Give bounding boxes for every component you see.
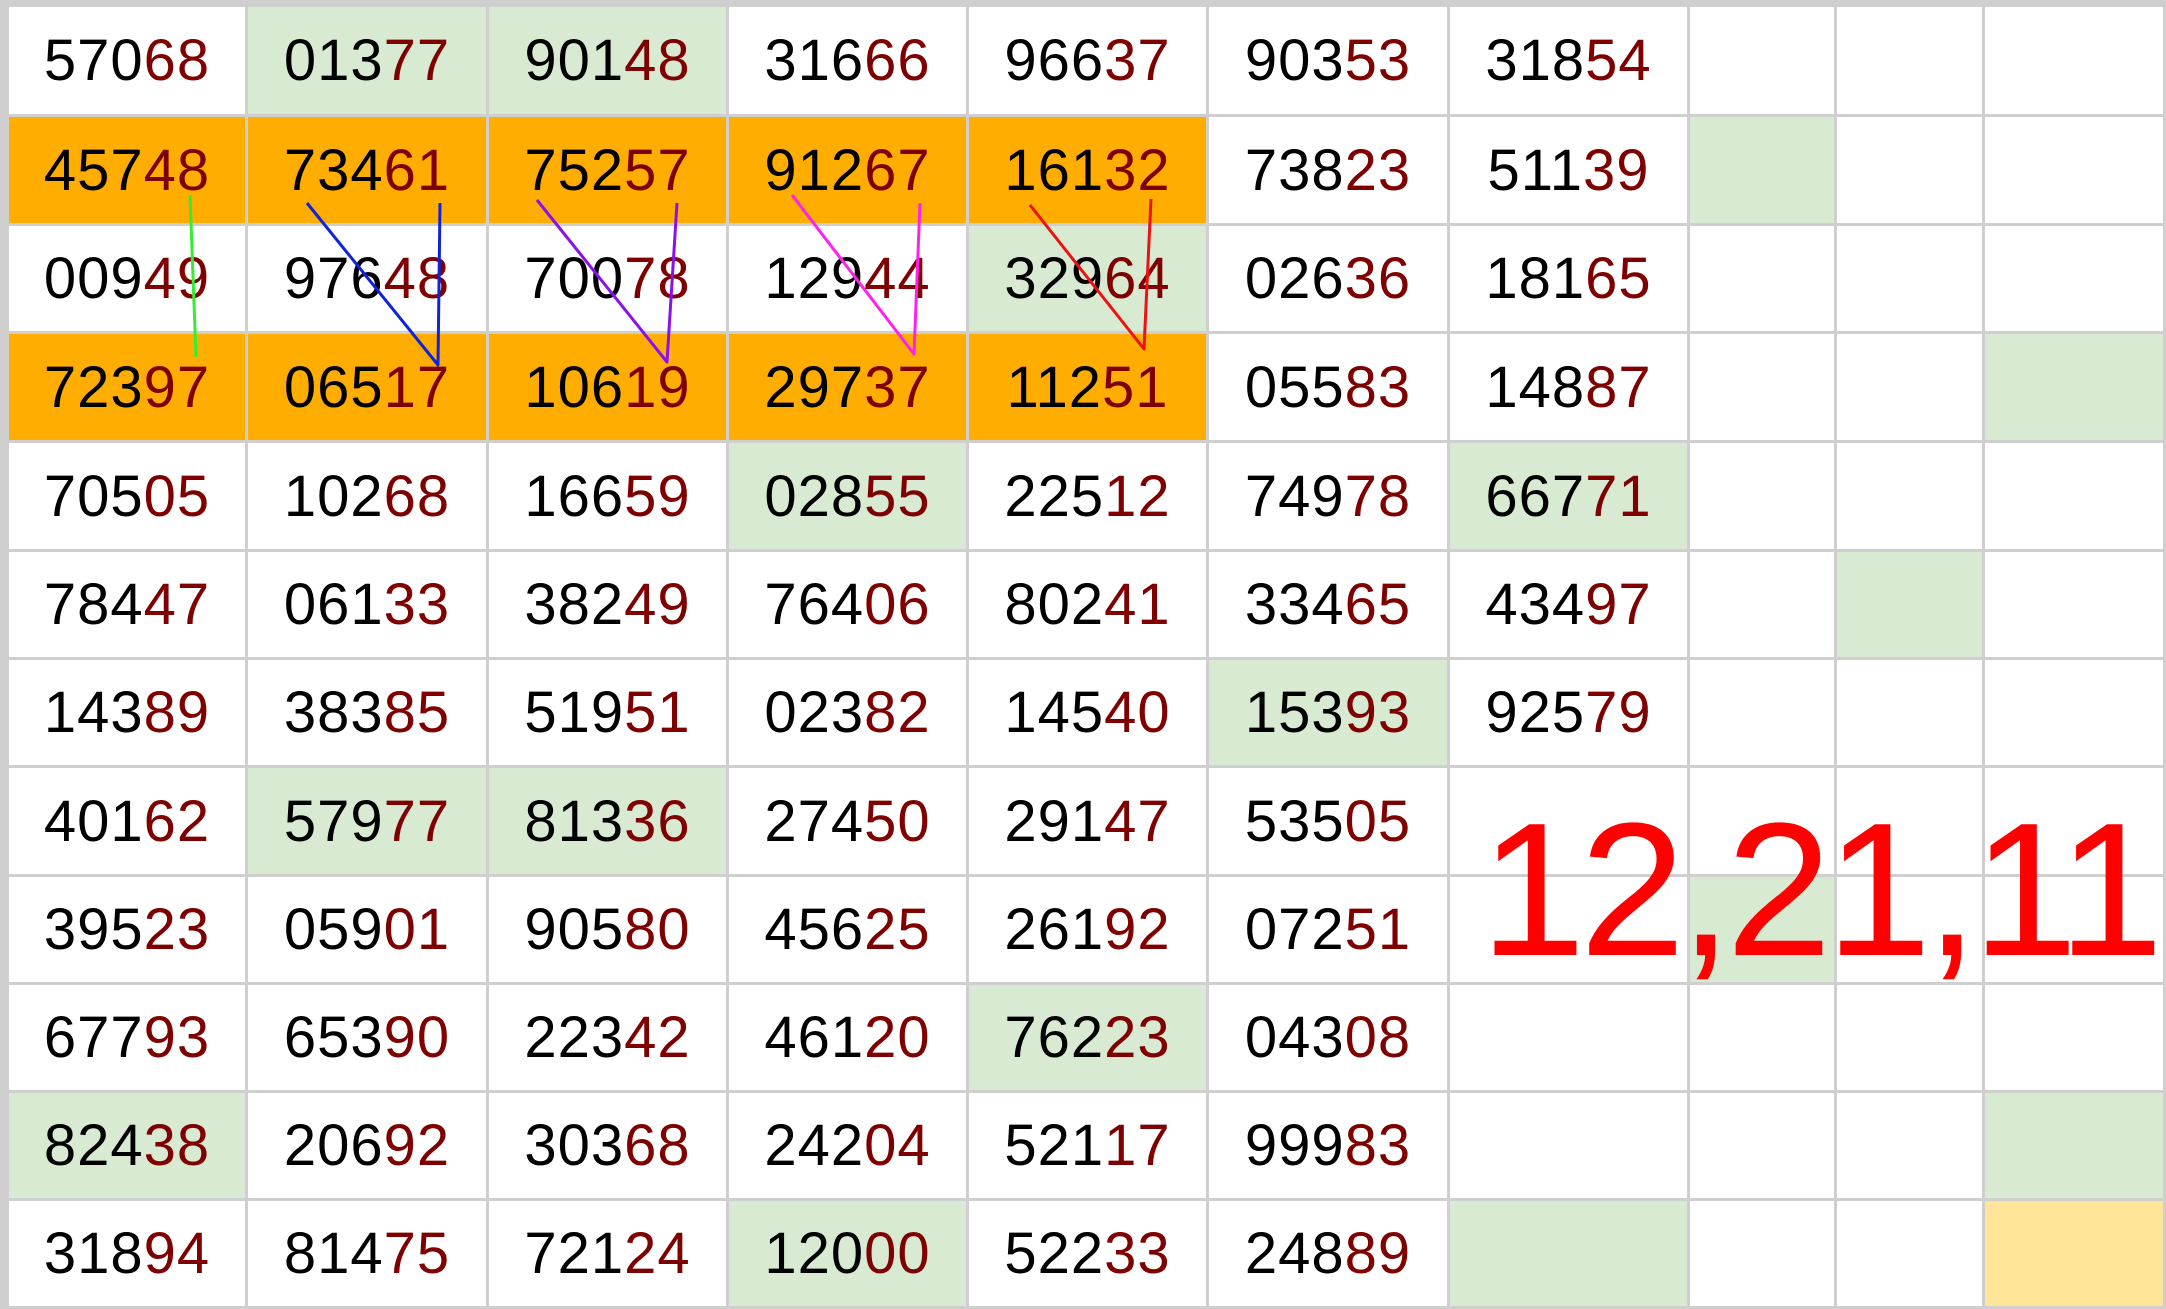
magenta-connector-line [790, 194, 922, 356]
purple-connector-line [535, 199, 679, 364]
annotation-text: 12,21,11 [1480, 784, 2164, 996]
spreadsheet-grid: 570 68 013 77 901 48 316 66 966 37 903 53 318 54 457 48… [0, 0, 2166, 1309]
drawing-overlay [188, 194, 1153, 367]
blue-connector-line [305, 202, 442, 367]
red-connector-line [1028, 198, 1153, 351]
green-connector-line [188, 194, 198, 358]
